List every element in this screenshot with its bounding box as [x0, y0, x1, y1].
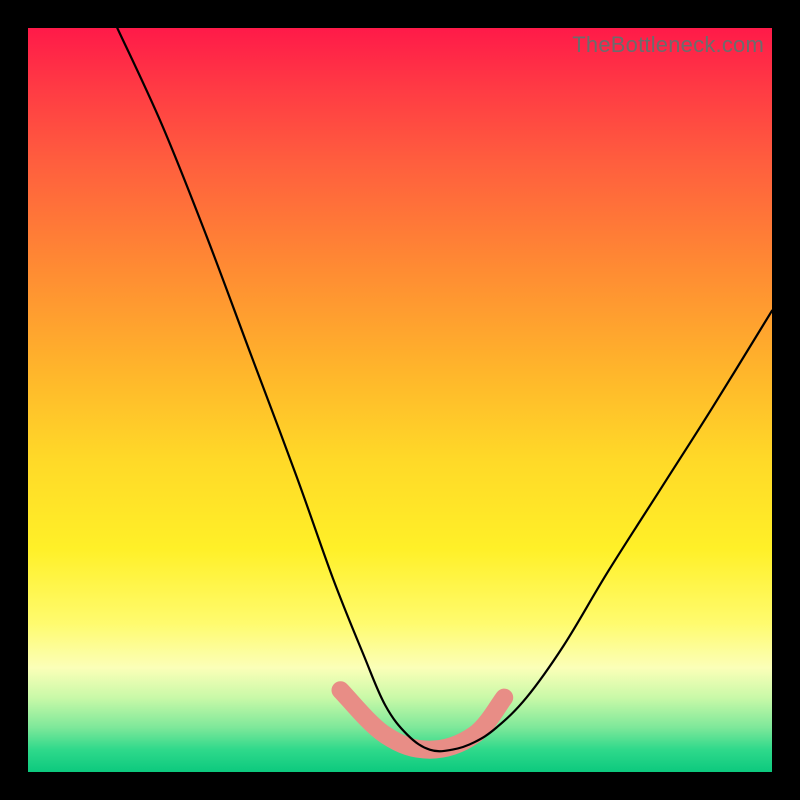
plot-area: TheBottleneck.com — [28, 28, 772, 772]
watermark-text: TheBottleneck.com — [572, 32, 764, 58]
chart-frame: TheBottleneck.com — [0, 0, 800, 800]
highlight-band-path — [341, 690, 505, 750]
bottleneck-curve-path — [117, 28, 772, 751]
highlight-band-group — [341, 690, 505, 750]
bottleneck-curve-group — [117, 28, 772, 751]
chart-svg — [28, 28, 772, 772]
